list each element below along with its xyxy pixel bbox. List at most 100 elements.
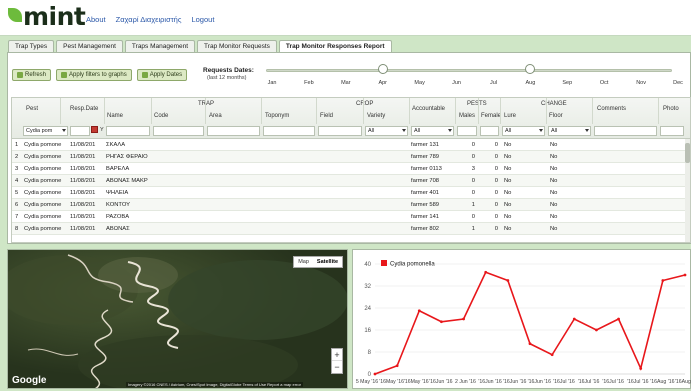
month-label-may: May [414,80,425,86]
accountable-filter-select[interactable]: All [411,126,454,136]
zoom-control: + − [331,348,343,374]
y-tick-label: 0 [368,372,372,378]
top-nav: About Ζαχαρί Διαχειριστής Logout [86,15,214,24]
field-filter-input[interactable] [318,126,362,136]
data-point [373,372,377,376]
cell-males: 1 [471,226,475,232]
comments-filter-input[interactable] [594,126,657,136]
month-label-feb: Feb [304,80,314,86]
map-attribution[interactable]: Imagery ©2016 CNES / Astrium, Cnes/Spot … [126,382,303,387]
calendar-icon[interactable] [91,126,98,133]
cell-name: ΨΗΛΕΙΑ [106,190,129,196]
cell-lure: No [504,154,512,160]
col-toponym[interactable]: Toponym [265,113,289,119]
col-code[interactable]: Code [154,113,168,119]
apply-dates-button[interactable]: Apply Dates [136,69,188,81]
map-type-satellite[interactable]: Satellite [313,257,342,267]
col-comments[interactable]: Comments [597,106,626,112]
zoom-out-button[interactable]: − [332,361,342,373]
cell-lure: No [504,142,512,148]
apply-filters-to-graphs-button[interactable]: Apply filters to graphs [56,69,132,81]
cell-lure: No [504,202,512,208]
cell-males: 1 [471,202,475,208]
pest-filter-select[interactable]: Cydia pom [23,126,68,136]
date-range-slider[interactable] [266,69,672,72]
map-type-map[interactable]: Map [294,257,313,267]
table-row[interactable]: 5 Cydia pomone 11/08/201 ΨΗΛΕΙΑ farmer 401 0 0… [12,187,690,199]
table-row[interactable]: 4 Cydia pomone 11/08/201 ΑΒΩΝΑΣ ΜΑΚΡ farmer … [12,175,690,187]
toponym-filter-input[interactable] [263,126,315,136]
col-area[interactable]: Area [209,113,222,119]
cell-n: 3 [15,166,19,172]
col-field[interactable]: Field [320,113,333,119]
app-header: mint About Ζαχαρί Διαχειριστής Logout [0,0,691,36]
calendar-icon [141,72,148,78]
table-row[interactable]: 2 Cydia pomone 11/08/201 ΡΗΓΑΣ ΦΕΡΑΙΟ farmer… [12,151,690,163]
chevron-down-icon [585,129,589,132]
col-females[interactable]: Female [481,113,501,119]
cell-name: ΡΗΓΑΣ ΦΕΡΑΙΟ [106,154,148,160]
cell-name: ΑΒΩΝΑΣ [106,226,130,232]
photo-filter-input[interactable] [660,126,684,136]
area-filter-input[interactable] [207,126,260,136]
line-chart-svg: 08162432405 May '16'16May '16'16May '16 '… [356,260,691,385]
date-filter-op[interactable]: Y [100,127,104,133]
nav-about-link[interactable]: About [86,15,106,24]
grid-header: TRAP CROP PESTS CHANGE Pest Resp.Date Na… [12,98,690,139]
nav-user-link[interactable]: Ζαχαρί Διαχειριστής [116,15,182,24]
grid-scrollbar[interactable] [685,139,690,242]
col-males[interactable]: Males [459,113,475,119]
cell-n: 8 [15,226,19,232]
date-filter-input[interactable] [70,126,90,136]
col-photo[interactable]: Photo [663,106,679,112]
y-tick-label: 40 [364,262,371,268]
col-pest[interactable]: Pest [26,106,38,112]
chevron-down-icon [539,129,543,132]
nav-logout-link[interactable]: Logout [191,15,214,24]
tab-traps-management[interactable]: Traps Management [124,40,196,52]
tab-trap-monitor-requests[interactable]: Trap Monitor Requests [197,40,277,52]
col-resp-date[interactable]: Resp.Date [70,106,98,112]
cell-name: ΚΟΝΤΟΥ [106,202,131,208]
app-window: mint About Ζαχαρί Διαχειριστής Logout Tr… [0,0,691,391]
females-filter-input[interactable] [480,126,499,136]
cell-pest: Cydia pomone [24,190,62,196]
cell-males: 0 [471,214,475,220]
col-variety[interactable]: Variety [367,113,385,119]
code-filter-input[interactable] [153,126,204,136]
col-accountable[interactable]: Accountable [412,106,445,112]
map-type-toggle[interactable]: Map Satellite [293,256,343,268]
lure-filter-select[interactable]: All [502,126,545,136]
refresh-button[interactable]: Refresh [12,69,52,81]
zoom-in-button[interactable]: + [332,349,342,361]
slider-end-handle[interactable] [525,64,536,74]
responses-grid: TRAP CROP PESTS CHANGE Pest Resp.Date Na… [11,97,691,243]
slider-start-handle[interactable] [377,64,388,74]
table-row[interactable]: 7 Cydia pomone 11/08/201 ΡΑΖΟΒΑ farmer 141 0 0… [12,211,690,223]
table-row[interactable]: 8 Cydia pomone 11/08/201 ΑΒΩΝΑΣ farmer 802 1 0… [12,223,690,235]
table-row[interactable]: 3 Cydia pomone 11/08/201 ΒΑΡΕΛΑ farmer 0113 3… [12,163,690,175]
table-row[interactable]: 6 Cydia pomone 11/08/201 ΚΟΝΤΟΥ farmer 589 1 0… [12,199,690,211]
variety-filter-select[interactable]: All [365,126,408,136]
table-row[interactable]: 1 Cydia pomone 11/08/201 ΣΚΑΛΑ farmer 131 0 0 N… [12,139,690,151]
col-floor[interactable]: Floor [549,113,563,119]
mint-logo[interactable]: mint [8,2,86,32]
cell-date: 11/08/201 [70,214,96,220]
tab-pest-management[interactable]: Pest Management [56,40,123,52]
name-filter-input[interactable] [106,126,150,136]
cell-males: 3 [471,166,475,172]
leaf-icon [8,8,22,22]
satellite-map[interactable]: Map Satellite + − Google Imagery ©2016 C… [7,249,348,389]
cell-lure: No [504,166,512,172]
col-lure[interactable]: Lure [504,113,516,119]
cell-floor: No [550,202,558,208]
col-name[interactable]: Name [107,113,123,119]
x-tick-label: '16Jun '16 [503,379,526,385]
males-filter-input[interactable] [457,126,477,136]
cell-lure: No [504,190,512,196]
scroll-thumb[interactable] [685,143,690,163]
tab-trap-types[interactable]: Trap Types [8,40,55,52]
floor-filter-select[interactable]: All [548,126,591,136]
cell-females: 0 [494,166,498,172]
cell-pest: Cydia pomone [24,202,62,208]
